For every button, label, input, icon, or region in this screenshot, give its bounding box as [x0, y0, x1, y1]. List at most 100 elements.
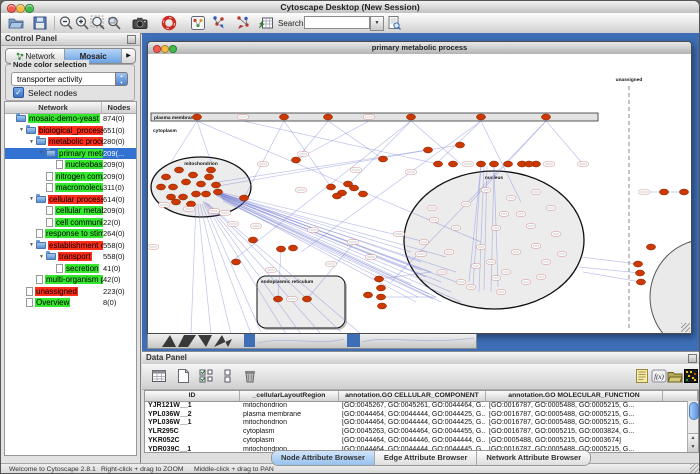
network-node[interactable] [659, 189, 668, 195]
attribute-table-icon[interactable] [151, 368, 168, 385]
window-resize-grip[interactable] [690, 464, 700, 474]
network-window-resize-grip[interactable] [681, 323, 690, 332]
new-attribute-icon[interactable] [175, 368, 192, 385]
expand-arrow-icon[interactable]: ▼ [37, 150, 46, 156]
tree-row[interactable]: ▼transport558(0) [5, 251, 136, 263]
table-scrollbar[interactable]: ▲▼ [687, 401, 698, 452]
tree-row[interactable]: ▼cellular process614(0) [5, 194, 136, 206]
tree-row[interactable]: mosaic-demo-yeast874(0) [5, 113, 136, 125]
tree-row[interactable]: secretion41(0) [5, 263, 136, 275]
network-edge[interactable] [171, 121, 197, 162]
tree-row[interactable]: multi-organism pro42(0) [5, 274, 136, 286]
network-node[interactable] [679, 189, 688, 195]
expand-arrow-icon[interactable]: ▼ [27, 196, 36, 202]
table-column-header[interactable]: _cellularLayoutRegion [240, 391, 339, 401]
network-node[interactable] [343, 181, 352, 187]
table-row[interactable]: YPL036W__2plasma membrane[GO:0044464, GO… [145, 410, 687, 419]
network-node[interactable] [276, 246, 285, 252]
network-node[interactable] [455, 142, 464, 148]
network-node[interactable] [541, 114, 550, 120]
network-node[interactable] [476, 114, 485, 120]
network-edge[interactable] [579, 267, 640, 273]
table-row[interactable]: YLR295Ccytoplasm[GO:0045263, GO:0044464,… [145, 427, 687, 436]
network-node[interactable] [374, 276, 383, 282]
tree-row[interactable]: response to stimulu264(0) [5, 228, 136, 240]
expand-arrow-icon[interactable]: ▼ [27, 242, 36, 248]
unselect-attributes-icon[interactable] [221, 368, 238, 385]
network-node[interactable] [363, 292, 372, 298]
network-node[interactable] [279, 114, 288, 120]
network-node[interactable] [302, 296, 311, 302]
table-row[interactable]: YJR121W__1mitochondrion[GO:0045267, GO:0… [145, 401, 687, 410]
tree-row[interactable]: nucleobase-209(0) [5, 159, 136, 171]
tree-row[interactable]: macromolecule311(0) [5, 182, 136, 194]
expand-arrow-icon[interactable]: ▼ [27, 139, 36, 145]
table-column-header[interactable]: annotation.GO MOLECULAR_FUNCTION [486, 391, 663, 401]
network-node[interactable] [192, 114, 201, 120]
network-minimize-button[interactable] [161, 45, 169, 53]
help-button[interactable] [161, 15, 178, 31]
network-node[interactable] [161, 174, 170, 180]
network-node[interactable] [188, 172, 197, 178]
network-node[interactable] [323, 114, 332, 120]
network-node[interactable] [636, 279, 645, 285]
network-node[interactable] [448, 161, 457, 167]
network-node[interactable] [206, 167, 215, 173]
network-node[interactable] [633, 261, 642, 267]
network-node[interactable] [326, 184, 335, 190]
tab-overflow-button[interactable]: ▶ [122, 49, 135, 63]
network-node[interactable] [423, 147, 432, 153]
network-node[interactable] [376, 285, 385, 291]
table-column-header[interactable]: annotation.GO CELLULAR_COMPONENT [339, 391, 486, 401]
float-panel-icon[interactable] [127, 35, 136, 44]
expand-arrow-icon[interactable]: ▼ [37, 254, 46, 260]
search-input[interactable] [304, 16, 370, 29]
network-node[interactable] [168, 184, 177, 190]
network-node[interactable] [377, 303, 386, 309]
import-attributes-icon[interactable] [667, 368, 684, 385]
function-builder-icon[interactable]: f(x) [651, 368, 668, 385]
network-node[interactable] [646, 244, 655, 250]
network-node[interactable] [273, 296, 282, 302]
network-node[interactable] [378, 156, 387, 162]
network-node[interactable] [211, 182, 220, 188]
network-node[interactable] [524, 161, 533, 167]
expand-arrow-icon[interactable]: ▼ [17, 127, 26, 133]
tree-row[interactable]: ▼primary metabol209(... [5, 148, 136, 160]
network-edge[interactable] [328, 121, 383, 159]
export-network-button[interactable] [235, 15, 252, 31]
search-dropdown-button[interactable]: ▼ [370, 16, 384, 31]
tree-row[interactable]: ▼biological_process651(0) [5, 125, 136, 137]
scrollbar-thumb[interactable] [689, 402, 699, 420]
tree-row[interactable]: nitrogen compo209(0) [5, 171, 136, 183]
network-node[interactable] [178, 194, 187, 200]
tree-row[interactable]: ▼metabolic process280(0) [5, 136, 136, 148]
network-node[interactable] [635, 270, 644, 276]
select-nodes-checkbox[interactable]: ✓ [13, 87, 24, 98]
zoom-selected-button[interactable] [106, 15, 123, 31]
network-edge[interactable] [581, 257, 638, 264]
table-column-header[interactable]: ID [145, 391, 240, 401]
network-node[interactable] [186, 201, 195, 207]
network-canvas[interactable]: plasma membranecytoplasmmitochondrionnuc… [148, 54, 691, 333]
network-node[interactable] [191, 191, 200, 197]
network-edge[interactable] [244, 121, 284, 198]
data-panel-float-icon[interactable] [688, 354, 697, 363]
network-node[interactable] [433, 161, 442, 167]
tab-node-attribute-browser[interactable]: Node Attribute Browser [272, 451, 375, 465]
tree-row[interactable]: ▼establishment of lo558(0) [5, 240, 136, 252]
tree-row[interactable]: unassigned223(0) [5, 286, 136, 298]
network-zoom-button[interactable] [169, 45, 177, 53]
zoom-in-button[interactable] [74, 15, 91, 31]
tab-network-attribute-browser[interactable]: Network Attribute Browser [477, 451, 590, 465]
tree-row[interactable]: Overview8(0) [5, 297, 136, 309]
network-node[interactable] [181, 179, 190, 185]
network-edge[interactable] [191, 204, 196, 333]
network-edge[interactable] [243, 121, 438, 164]
network-node[interactable] [476, 161, 485, 167]
open-session-button[interactable] [8, 15, 25, 31]
import-network-button[interactable] [211, 15, 228, 31]
network-close-button[interactable] [153, 45, 161, 53]
tree-row[interactable]: cellular metabol209(0) [5, 205, 136, 217]
network-edge[interactable] [218, 150, 428, 186]
